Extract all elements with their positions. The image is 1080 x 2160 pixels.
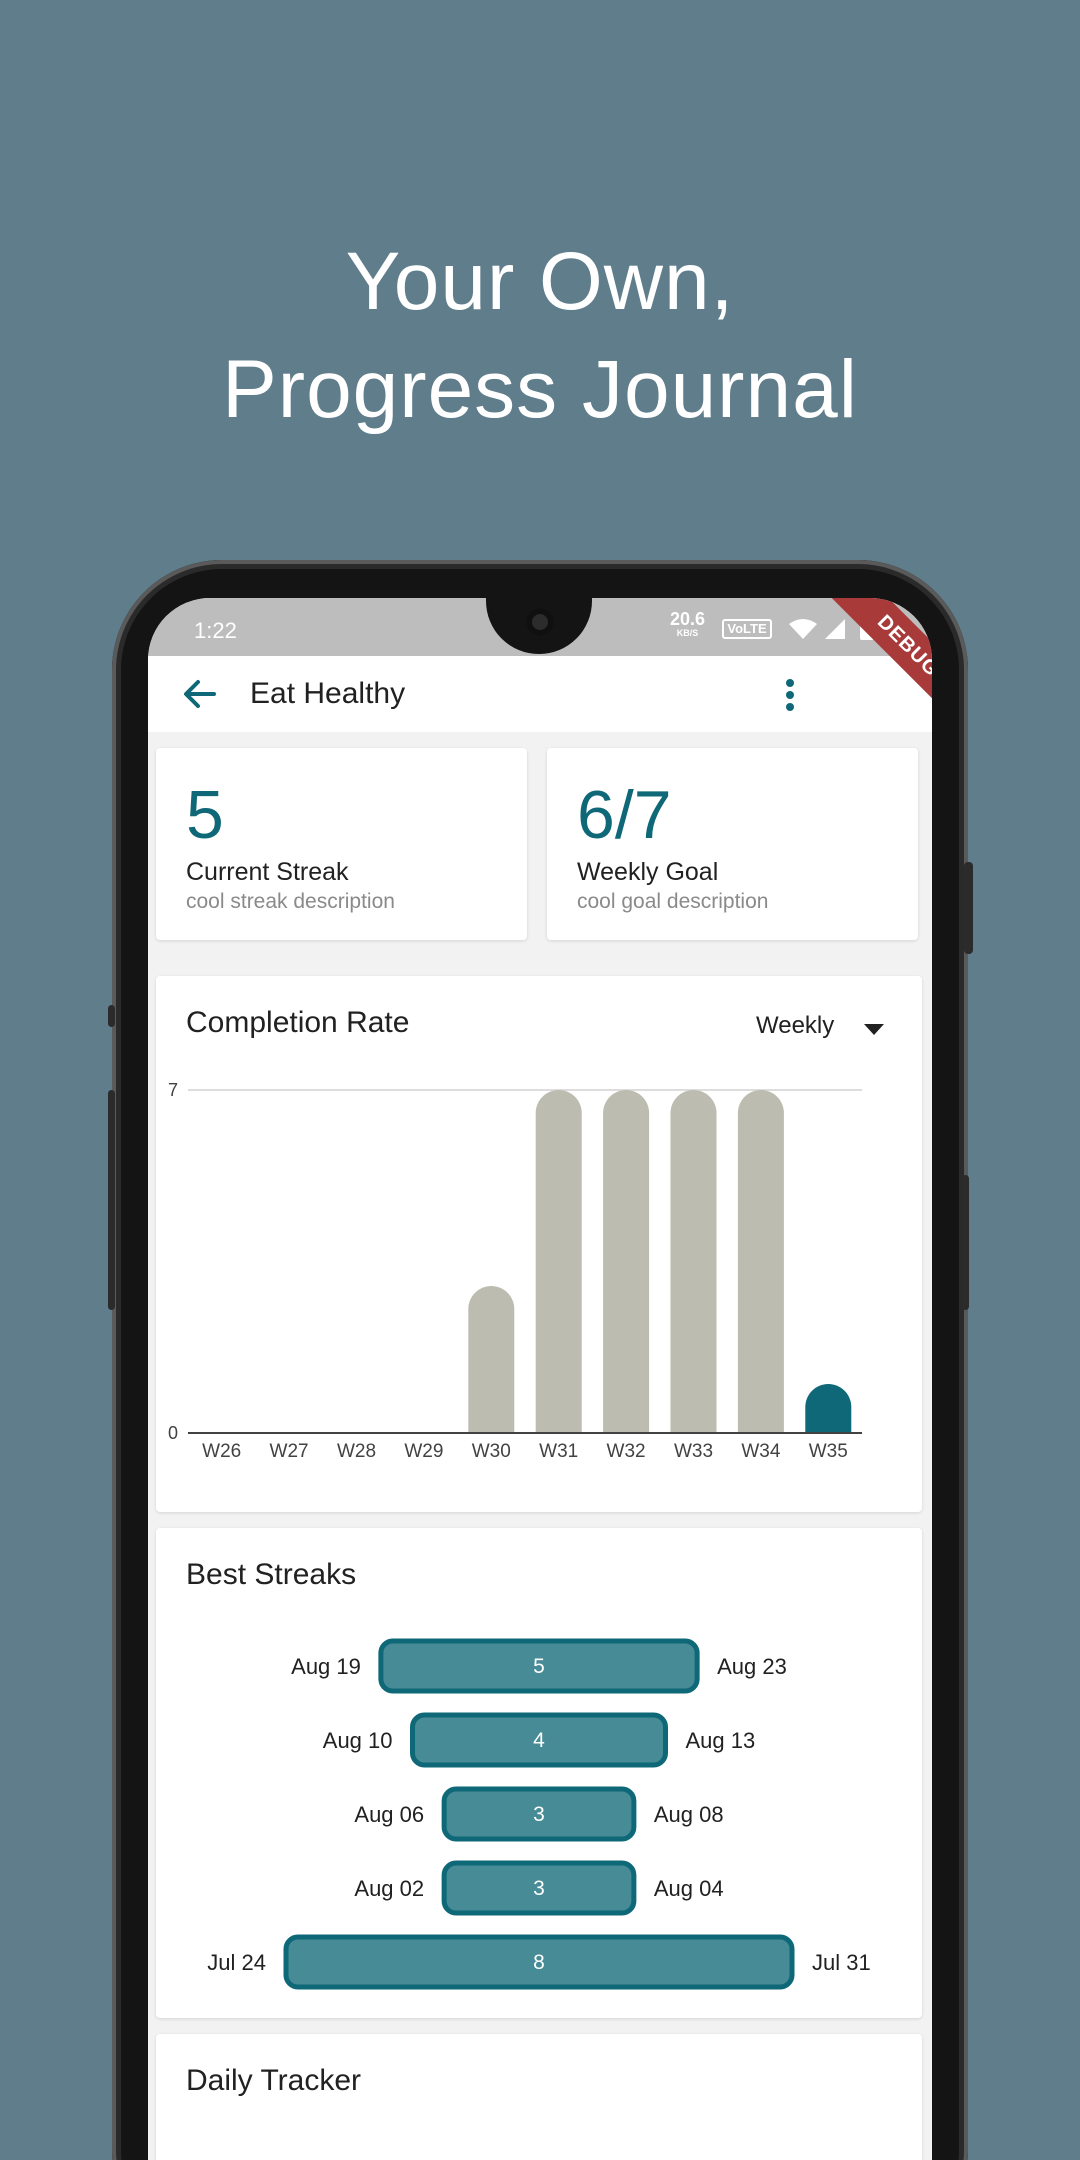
streak-start-date: Jul 24 [207, 1950, 266, 1975]
current-streak-description: cool streak description [186, 890, 395, 913]
x-tick-label: W29 [404, 1441, 443, 1462]
current-streak-value: 5 [186, 777, 224, 853]
weekly-goal-card: 6/7 Weekly Goal cool goal description [547, 748, 918, 940]
best-streaks-card: Best Streaks 5 Aug 19 Aug 23 4 Aug 10 Aug 13 3… [156, 1528, 922, 2018]
streak-start-date: Aug 10 [323, 1728, 393, 1753]
status-time: 1:22 [194, 618, 237, 643]
best-streaks-list: 5 Aug 19 Aug 23 4 Aug 10 Aug 13 3 Aug 06 Aug 08 3… [207, 1638, 871, 1990]
current-streak-label: Current Streak [186, 858, 349, 886]
streak-end-date: Jul 31 [812, 1950, 871, 1975]
back-arrow-icon[interactable] [182, 678, 216, 710]
page-title: Eat Healthy [250, 677, 406, 710]
x-tick-label: W27 [270, 1441, 309, 1462]
x-tick-label: W28 [337, 1441, 376, 1462]
x-tick-label: W32 [607, 1441, 646, 1462]
streak-end-date: Aug 04 [654, 1876, 724, 1901]
best-streaks-title: Best Streaks [186, 1558, 357, 1591]
phone-power-button [962, 1175, 969, 1310]
phone-side-button [964, 862, 973, 954]
streak-length: 4 [533, 1729, 545, 1752]
y-tick-label: 0 [168, 1423, 178, 1443]
completion-rate-chart: 0 7 W26 W27 W28 W29 W30 W31 W32 W33 W34 W35 [168, 1080, 862, 1462]
streak-start-date: Aug 19 [291, 1654, 361, 1679]
daily-tracker-card: Daily Tracker [156, 2034, 922, 2160]
network-speed-unit: KB/S [676, 628, 699, 638]
chart-bar-w35 [805, 1384, 852, 1433]
status-bar: 1:22 20.6 KB/S VoLTE [148, 598, 932, 656]
streak-end-date: Aug 13 [686, 1728, 756, 1753]
x-tick-label: W33 [674, 1441, 713, 1462]
network-speed: 20.6 KB/S [670, 609, 706, 638]
chart-bar-w33 [670, 1090, 717, 1433]
streak-length: 8 [533, 1951, 545, 1974]
daily-tracker-title: Daily Tracker [186, 2064, 362, 2097]
app-bar: Eat Healthy [148, 656, 932, 732]
phone-volume-button [108, 1090, 115, 1310]
chart-bar-w34 [737, 1090, 784, 1433]
phone-screen: 1:22 20.6 KB/S VoLTE Eat Healthy DEBUG 5… [148, 598, 932, 2160]
chart-bar-w32 [603, 1090, 650, 1433]
streak-end-date: Aug 23 [717, 1654, 787, 1679]
more-vert-icon[interactable] [784, 678, 796, 712]
x-tick-label: W34 [741, 1441, 781, 1462]
phone-side-button [108, 1005, 115, 1027]
wifi-icon [789, 619, 817, 639]
weekly-goal-label: Weekly Goal [577, 858, 719, 886]
current-streak-card: 5 Current Streak cool streak description [156, 748, 527, 940]
promo-line-1: Your Own, [345, 236, 735, 327]
weekly-goal-description: cool goal description [577, 890, 769, 913]
period-dropdown[interactable]: Weekly [756, 1012, 834, 1040]
streak-end-date: Aug 08 [654, 1802, 724, 1827]
streak-length: 3 [533, 1803, 545, 1826]
streak-length: 5 [533, 1655, 545, 1678]
y-tick-label: 7 [168, 1080, 178, 1100]
volte-icon: VoLTE [722, 619, 772, 639]
chart-bar-w30 [468, 1286, 515, 1433]
promo-line-2: Progress Journal [222, 344, 858, 435]
x-tick-label: W30 [472, 1441, 511, 1462]
streak-start-date: Aug 02 [354, 1876, 424, 1901]
dropdown-caret-icon[interactable] [864, 1024, 884, 1035]
x-tick-label: W35 [809, 1441, 848, 1462]
completion-rate-title: Completion Rate [186, 1006, 410, 1039]
completion-rate-card: Completion Rate Weekly 0 7 W26 W27 W28 W29 W30… [156, 976, 922, 1512]
x-tick-label: W26 [202, 1441, 241, 1462]
streak-length: 3 [533, 1877, 545, 1900]
weekly-goal-value: 6/7 [577, 777, 672, 853]
chart-bar-w31 [535, 1090, 582, 1433]
network-speed-value: 20.6 [670, 609, 706, 629]
signal-icon [825, 619, 845, 639]
front-camera [526, 608, 554, 636]
promo-headline: Your Own, Progress Journal [0, 228, 1080, 444]
streak-start-date: Aug 06 [354, 1802, 424, 1827]
x-tick-label: W31 [539, 1441, 578, 1462]
